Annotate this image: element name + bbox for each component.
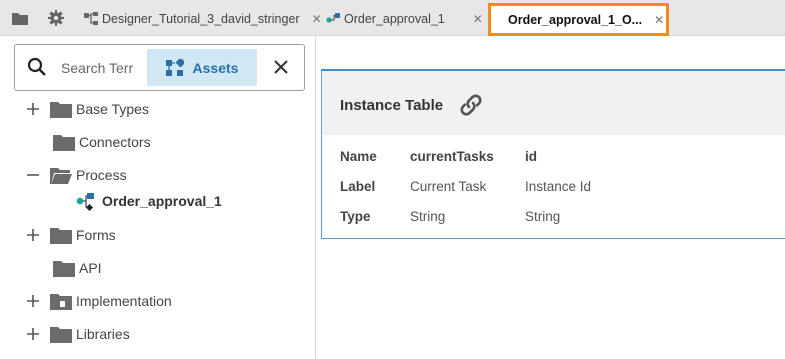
folder-open-icon bbox=[50, 167, 72, 184]
folder-icon bbox=[53, 260, 75, 277]
assets-icon bbox=[165, 58, 184, 76]
expand-icon[interactable] bbox=[26, 294, 40, 308]
process-icon bbox=[326, 12, 340, 23]
folder-icon bbox=[12, 13, 28, 25]
search-icon bbox=[27, 57, 46, 76]
tab-order-approval-active[interactable]: Order_approval_1_O... ✕ bbox=[488, 3, 669, 36]
tab-strip: Designer_Tutorial_3_david_stringer ✕ Ord… bbox=[0, 0, 785, 36]
card-header: Instance Table bbox=[322, 71, 785, 135]
scrollbar[interactable] bbox=[301, 96, 316, 359]
tree-item-libraries[interactable]: Libraries bbox=[0, 321, 316, 347]
tree-item-order-approval[interactable]: Order_approval_1 bbox=[0, 188, 316, 214]
assets-toggle-button[interactable]: Assets bbox=[147, 49, 257, 86]
folder-icon bbox=[50, 227, 72, 244]
tree-item-connectors[interactable]: Connectors bbox=[0, 129, 316, 155]
row-header-name: Name bbox=[340, 149, 377, 164]
expand-icon[interactable] bbox=[26, 102, 40, 116]
folder-icon bbox=[53, 134, 75, 151]
row-header-label: Label bbox=[340, 179, 376, 194]
tree-item-api[interactable]: API bbox=[0, 255, 316, 281]
close-icon[interactable]: ✕ bbox=[473, 12, 483, 26]
table-cell: Instance Id bbox=[525, 179, 592, 194]
process-icon bbox=[76, 193, 94, 211]
tab-label: Order_approval_1 bbox=[344, 11, 445, 26]
tree-item-label: Connectors bbox=[79, 134, 151, 150]
tab-label: Order_approval_1_O... bbox=[508, 12, 643, 27]
tree-item-label: Forms bbox=[76, 227, 116, 243]
search-bar: Assets bbox=[14, 44, 305, 91]
tree-item-forms[interactable]: Forms bbox=[0, 222, 316, 248]
gear-icon bbox=[48, 10, 64, 26]
expand-icon[interactable] bbox=[26, 228, 40, 242]
table-cell: String bbox=[525, 209, 561, 224]
instance-table-card: Instance Table Name currentTasks id Labe… bbox=[321, 69, 785, 239]
close-icon[interactable]: ✕ bbox=[654, 13, 664, 27]
tree-item-label: Order_approval_1 bbox=[102, 193, 222, 209]
tree-item-label: API bbox=[79, 260, 102, 276]
tab-designer-tutorial[interactable]: Designer_Tutorial_3_david_stringer ✕ bbox=[76, 5, 330, 32]
tree-item-label: Process bbox=[76, 167, 127, 183]
instance-table-title: Instance Table bbox=[340, 97, 444, 114]
row-header-type: Type bbox=[340, 209, 371, 224]
column-header-id: id bbox=[525, 149, 537, 164]
tab-label: Designer_Tutorial_3_david_stringer bbox=[102, 11, 300, 26]
link-icon[interactable] bbox=[458, 94, 484, 116]
folder-icon bbox=[50, 326, 72, 343]
table-cell: String bbox=[410, 209, 446, 224]
close-icon[interactable] bbox=[271, 57, 291, 77]
folder-icon bbox=[50, 101, 72, 118]
table-cell: Current Task bbox=[410, 179, 487, 194]
tree-item-label: Base Types bbox=[76, 101, 149, 117]
folder-toolbar-button[interactable] bbox=[6, 5, 34, 31]
collapse-icon[interactable] bbox=[26, 168, 40, 182]
flow-icon bbox=[84, 11, 98, 25]
tree-item-label: Implementation bbox=[76, 293, 172, 309]
tree-item-label: Libraries bbox=[76, 326, 130, 342]
column-header-currenttasks: currentTasks bbox=[410, 149, 494, 164]
tab-order-approval[interactable]: Order_approval_1 ✕ bbox=[318, 5, 491, 32]
tree-item-process[interactable]: Process bbox=[0, 162, 316, 188]
tree-item-implementation[interactable]: Implementation bbox=[0, 288, 316, 314]
search-input[interactable] bbox=[61, 58, 149, 78]
assets-label: Assets bbox=[192, 59, 239, 76]
asset-explorer-panel: Assets Base Types Connectors Process bbox=[0, 36, 316, 359]
settings-toolbar-button[interactable] bbox=[42, 5, 70, 31]
expand-icon[interactable] bbox=[26, 327, 40, 341]
tree-item-base-types[interactable]: Base Types bbox=[0, 96, 316, 122]
editor-area: Instance Table Name currentTasks id Labe… bbox=[317, 36, 785, 359]
folder-implementation-icon bbox=[50, 293, 72, 310]
